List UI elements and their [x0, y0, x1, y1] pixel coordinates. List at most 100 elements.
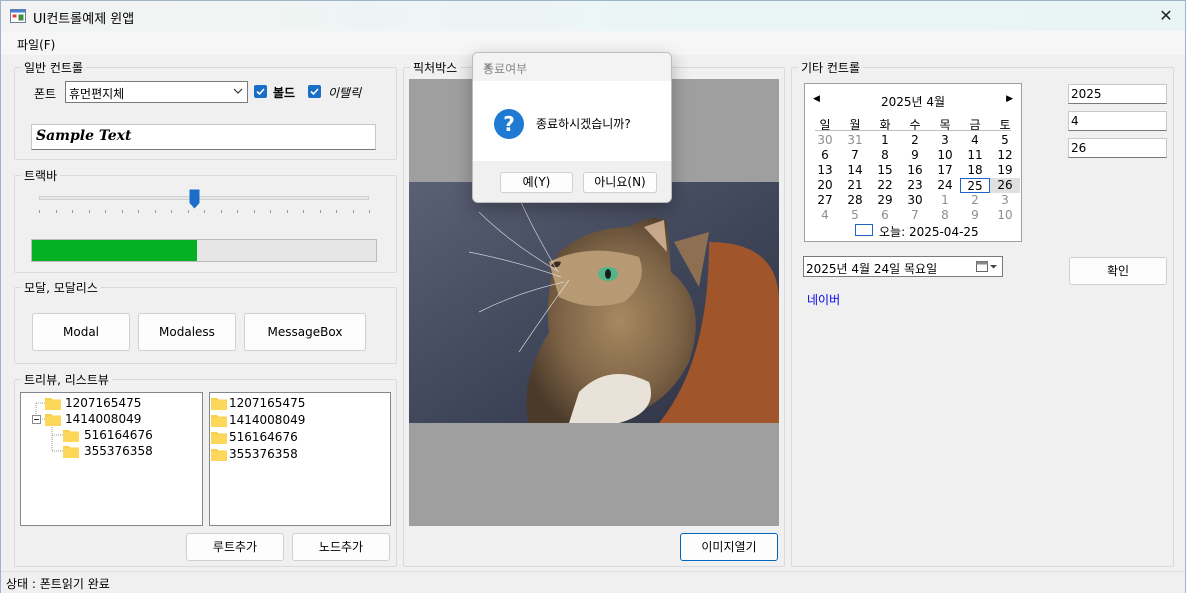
- naver-link[interactable]: 네이버: [807, 291, 840, 308]
- calendar-day[interactable]: 21: [840, 178, 870, 193]
- calendar-today-label[interactable]: 오늘: 2025-04-25: [879, 223, 979, 240]
- check-icon: [310, 88, 319, 96]
- list-item[interactable]: 1414008049: [229, 413, 305, 427]
- calendar-day[interactable]: 30: [900, 193, 930, 208]
- ok-button[interactable]: 확인: [1069, 257, 1167, 285]
- trackbar-ticks: [39, 210, 370, 215]
- calendar-day[interactable]: 25: [960, 178, 990, 193]
- calendar-day[interactable]: 22: [870, 178, 900, 193]
- trackbar-tick: [303, 210, 304, 213]
- tree-item[interactable]: 1414008049: [65, 412, 141, 426]
- list-item[interactable]: 355376358: [229, 447, 298, 461]
- tree-item[interactable]: 1207165475: [65, 396, 141, 410]
- calendar-day[interactable]: 4: [960, 133, 990, 148]
- calendar-day[interactable]: 31: [840, 133, 870, 148]
- calendar-day[interactable]: 1: [930, 193, 960, 208]
- picturebox-legend: 픽처박스: [413, 61, 458, 75]
- calendar-day[interactable]: 15: [870, 163, 900, 178]
- calendar-day[interactable]: 10: [930, 148, 960, 163]
- calendar-day[interactable]: 2: [900, 133, 930, 148]
- calendar-day[interactable]: 2: [960, 193, 990, 208]
- calendar-day[interactable]: 3: [930, 133, 960, 148]
- folder-icon: [211, 449, 227, 461]
- list-item[interactable]: 1207165475: [229, 396, 305, 410]
- calendar-day[interactable]: 9: [960, 208, 990, 223]
- trackbar-tick: [369, 210, 370, 213]
- calendar-dropdown-icon[interactable]: [976, 260, 998, 273]
- folder-icon: [45, 414, 61, 426]
- list-view[interactable]: 1207165475 1414008049 516164676 35537635…: [209, 392, 391, 526]
- add-root-button[interactable]: 루트추가: [186, 533, 284, 561]
- month-calendar[interactable]: ◀ 2025년 4월 ▶ 일월화수목금토 30 31 1 2 3 4 5 6 7 8 9 10 11 12…: [804, 83, 1022, 242]
- calendar-day[interactable]: 10: [990, 208, 1020, 223]
- question-icon: ?: [494, 109, 524, 139]
- calendar-divider: [815, 130, 1011, 131]
- day-textbox[interactable]: 26: [1068, 138, 1167, 158]
- check-icon: [256, 88, 265, 96]
- tree-item[interactable]: 516164676: [84, 428, 153, 442]
- calendar-day[interactable]: 13: [810, 163, 840, 178]
- calendar-day[interactable]: 7: [900, 208, 930, 223]
- calendar-day[interactable]: 19: [990, 163, 1020, 178]
- no-button[interactable]: 아니요(N): [583, 172, 657, 193]
- calendar-day[interactable]: 12: [990, 148, 1020, 163]
- font-label: 폰트: [34, 87, 57, 101]
- calendar-day[interactable]: 4: [810, 208, 840, 223]
- calendar-day[interactable]: 27: [810, 193, 840, 208]
- trackbar-tick: [138, 210, 139, 213]
- calendar-day[interactable]: 1: [870, 133, 900, 148]
- folder-icon: [45, 398, 61, 410]
- calendar-day[interactable]: 29: [870, 193, 900, 208]
- messagebox-button[interactable]: MessageBox: [244, 313, 366, 351]
- tree-item[interactable]: 355376358: [84, 444, 153, 458]
- status-bar: 상태 : 폰트읽기 완료: [1, 571, 1185, 593]
- modaless-button[interactable]: Modaless: [138, 313, 236, 351]
- calendar-day[interactable]: 14: [840, 163, 870, 178]
- calendar-day[interactable]: 8: [930, 208, 960, 223]
- treelist-legend: 트리뷰, 리스트뷰: [24, 373, 109, 387]
- trackbar-tick: [171, 210, 172, 213]
- menu-file[interactable]: 파일(F): [17, 36, 55, 53]
- calendar-day[interactable]: 28: [840, 193, 870, 208]
- tree-view[interactable]: 1207165475 1414008049 516164676 35537635…: [20, 392, 203, 526]
- calendar-day[interactable]: 23: [900, 178, 930, 193]
- calendar-day[interactable]: 6: [870, 208, 900, 223]
- calendar-day[interactable]: 18: [960, 163, 990, 178]
- calendar-day[interactable]: 24: [930, 178, 960, 193]
- yes-button[interactable]: 예(Y): [500, 172, 573, 193]
- calendar-day[interactable]: 7: [840, 148, 870, 163]
- year-textbox[interactable]: 2025: [1068, 84, 1167, 104]
- trackbar-tick: [220, 210, 222, 213]
- calendar-day[interactable]: 6: [810, 148, 840, 163]
- date-picker[interactable]: 2025년 4월 24일 목요일: [803, 256, 1003, 277]
- folder-icon: [211, 432, 227, 444]
- calendar-day[interactable]: 11: [960, 148, 990, 163]
- calendar-next-icon[interactable]: ▶: [1006, 94, 1013, 104]
- calendar-day[interactable]: 5: [840, 208, 870, 223]
- calendar-day[interactable]: 16: [900, 163, 930, 178]
- calendar-day[interactable]: 30: [810, 133, 840, 148]
- calendar-day[interactable]: 8: [870, 148, 900, 163]
- month-textbox[interactable]: 4: [1068, 111, 1167, 131]
- open-image-button[interactable]: 이미지열기: [680, 533, 778, 561]
- bold-checkbox[interactable]: [254, 85, 267, 98]
- calendar-day[interactable]: 9: [900, 148, 930, 163]
- calendar-day[interactable]: 5: [990, 133, 1020, 148]
- close-icon[interactable]: ✕: [1151, 4, 1181, 28]
- italic-checkbox[interactable]: [308, 85, 321, 98]
- list-item[interactable]: 516164676: [229, 430, 298, 444]
- modal-button[interactable]: Modal: [32, 313, 130, 351]
- other-controls-legend: 기타 컨트롤: [801, 61, 861, 75]
- add-node-button[interactable]: 노드추가: [292, 533, 390, 561]
- calendar-day[interactable]: 3: [990, 193, 1020, 208]
- trackbar-thumb[interactable]: [189, 189, 200, 209]
- chevron-down-icon: [233, 88, 243, 94]
- trackbar-track[interactable]: [39, 196, 369, 200]
- calendar-day[interactable]: 17: [930, 163, 960, 178]
- calendar-day[interactable]: 20: [810, 178, 840, 193]
- calendar-day[interactable]: 26: [990, 178, 1020, 193]
- today-marker: [855, 224, 873, 236]
- dialog-close-icon[interactable]: ✕: [483, 60, 663, 74]
- font-combobox[interactable]: 휴먼편지체: [65, 81, 248, 103]
- sample-textbox[interactable]: Sample Text: [31, 124, 376, 150]
